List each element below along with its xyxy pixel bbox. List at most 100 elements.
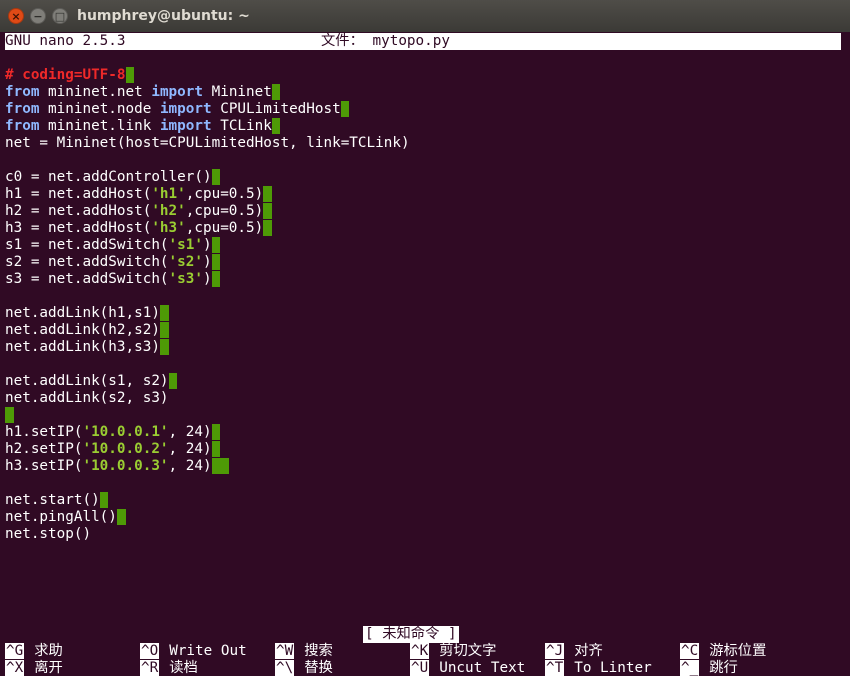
shortcut-item[interactable]: ^T To Linter [545,660,652,676]
trailing-whitespace-marker [211,458,229,474]
code-line[interactable]: net.addLink(h1,s1) [5,305,169,322]
code-token: net.addLink(s1, s2) [5,373,169,389]
trailing-whitespace-marker [211,424,221,440]
code-token: h3.setIP( [5,458,83,474]
trailing-whitespace-marker [125,67,135,83]
shortcut-item[interactable]: ^X 离开 [5,660,63,676]
shortcut-item[interactable]: ^W 搜索 [275,643,333,660]
shortcut-label: 离开 [34,660,63,676]
code-token: mininet.link [39,118,160,134]
trailing-whitespace-marker [211,254,221,270]
code-line[interactable]: net.addLink(h3,s3) [5,339,169,356]
code-line[interactable]: net.addLink(s1, s2) [5,373,178,390]
shortcut-key: ^K [410,643,430,659]
code-token: , 24) [168,441,212,457]
code-token: net.stop() [5,526,92,542]
code-token: mininet.net [39,84,152,100]
code-line[interactable]: from mininet.node import CPULimitedHost [5,101,350,118]
shortcut-item[interactable]: ^J 对齐 [545,643,603,660]
code-line[interactable]: from mininet.link import TCLink [5,118,281,135]
code-token: net.start() [5,492,100,508]
shortcut-key: ^\ [275,660,295,676]
shortcut-item[interactable]: ^O Write Out [140,643,247,660]
shortcut-item[interactable]: ^R 读档 [140,660,198,676]
code-token: from [5,84,40,100]
trailing-whitespace-marker [211,441,221,457]
shortcut-key: ^G [5,643,25,659]
code-line[interactable]: net.addLink(h2,s2) [5,322,169,339]
code-line[interactable]: h3 = net.addHost('h3',cpu=0.5) [5,220,272,237]
code-line[interactable]: h1.setIP('10.0.0.1', 24) [5,424,221,441]
terminal-area[interactable]: GNU nano 2.5.3 文件： mytopo.py # coding=UT… [0,32,850,676]
code-token: , 24) [168,424,212,440]
shortcut-item[interactable]: ^_ 跳行 [680,660,738,676]
file-name: mytopo.py [372,33,450,49]
close-icon[interactable]: × [8,8,24,24]
trailing-whitespace-marker [159,305,169,321]
code-token: '10.0.0.1' [82,424,169,440]
shortcut-label: 读档 [169,660,198,676]
code-token: ) [202,254,212,270]
code-line[interactable]: c0 = net.addController() [5,169,221,186]
shortcut-label: 游标位置 [709,643,767,659]
shortcut-label: 对齐 [574,643,603,659]
trailing-whitespace-marker [211,237,221,253]
shortcut-item[interactable]: ^\ 替换 [275,660,333,676]
shortcut-key: ^O [140,643,160,659]
code-token: mininet.node [39,101,160,117]
shortcut-item[interactable]: ^G 求助 [5,643,63,660]
shortcut-label: Write Out [169,643,247,659]
shortcut-item[interactable]: ^K 剪切文字 [410,643,496,660]
shortcut-label: 跳行 [709,660,738,676]
status-message: [ 未知命令 ] [363,626,459,643]
code-line[interactable]: net.start() [5,492,109,509]
shortcut-key: ^X [5,660,25,676]
code-line[interactable]: s1 = net.addSwitch('s1') [5,237,221,254]
shortcut-label: To Linter [574,660,652,676]
trailing-whitespace-marker [5,407,14,423]
terminal-window: × − □ humphrey@ubuntu: ~ GNU nano 2.5.3 … [0,0,850,676]
trailing-whitespace-marker [263,220,272,236]
code-line[interactable]: net.addLink(s2, s3) [5,390,169,407]
maximize-icon[interactable]: □ [52,8,68,24]
code-token: c0 = net.addController() [5,169,212,185]
code-line[interactable]: h1 = net.addHost('h1',cpu=0.5) [5,186,272,203]
code-token: import [151,84,203,100]
code-line[interactable]: s3 = net.addSwitch('s3') [5,271,221,288]
code-line[interactable]: # coding=UTF-8 [5,67,135,84]
code-token: h2.setIP( [5,441,83,457]
code-token: h2 = net.addHost( [5,203,152,219]
trailing-whitespace-marker [271,84,281,100]
code-line[interactable]: from mininet.net import Mininet [5,84,281,101]
code-token: 's2' [168,254,203,270]
code-token: net.addLink(s2, s3) [5,390,169,406]
code-token: 'h3' [151,220,186,236]
code-token: from [5,118,40,134]
code-line[interactable]: net = Mininet(host=CPULimitedHost, link=… [5,135,410,152]
shortcut-key: ^C [680,643,700,659]
code-token: coding=UTF-8 [13,67,126,83]
minimize-icon[interactable]: − [30,8,46,24]
title-bar[interactable]: × − □ humphrey@ubuntu: ~ [0,0,850,32]
nano-version: GNU nano 2.5.3 [5,33,126,49]
code-token: s1 = net.addSwitch( [5,237,169,253]
code-line[interactable]: h2 = net.addHost('h2',cpu=0.5) [5,203,272,220]
code-token: import [159,101,212,117]
code-token: 's1' [168,237,203,253]
window-title: humphrey@ubuntu: ~ [77,8,250,24]
shortcut-item[interactable]: ^C 游标位置 [680,643,766,660]
code-line[interactable]: h2.setIP('10.0.0.2', 24) [5,441,221,458]
code-token: s2 = net.addSwitch( [5,254,169,270]
code-line[interactable]: net.pingAll() [5,509,126,526]
shortcut-key: ^J [545,643,565,659]
shortcut-key: ^_ [680,660,700,676]
code-token: ,cpu=0.5) [185,203,264,219]
code-line[interactable] [5,407,14,424]
code-line[interactable]: h3.setIP('10.0.0.3', 24) [5,458,229,475]
code-token: CPULimitedHost [211,101,341,117]
code-line[interactable]: net.stop() [5,526,91,543]
code-token: 'h2' [151,203,186,219]
file-label: 文件： [321,33,364,49]
code-line[interactable]: s2 = net.addSwitch('s2') [5,254,221,271]
shortcut-item[interactable]: ^U Uncut Text [410,660,525,676]
